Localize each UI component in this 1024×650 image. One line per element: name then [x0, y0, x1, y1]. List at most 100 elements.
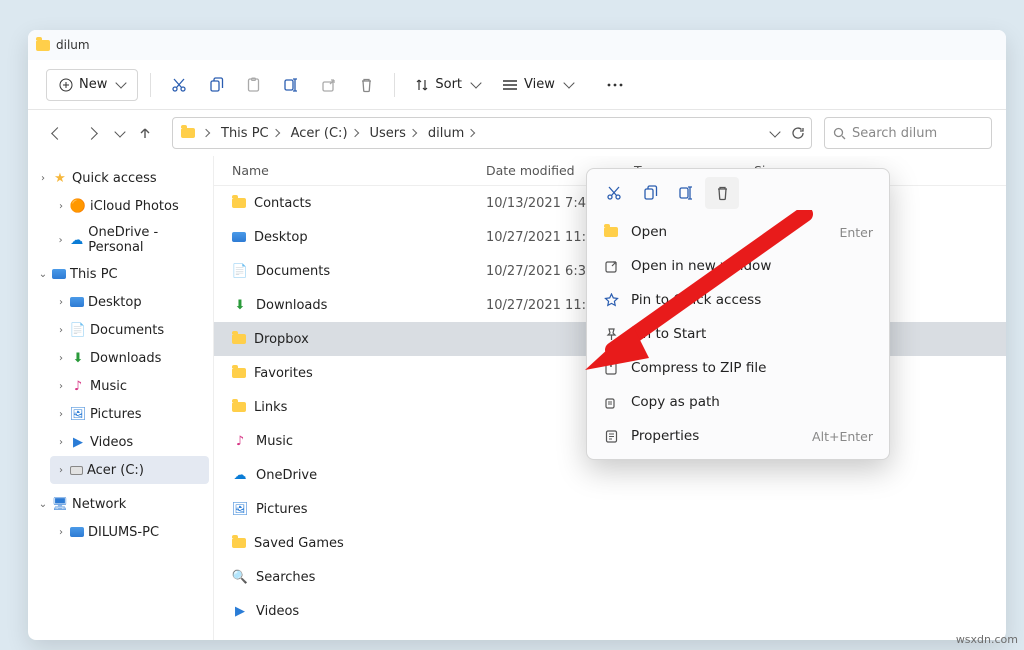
folder-icon — [181, 128, 195, 138]
drive-icon — [70, 466, 83, 475]
delete-button[interactable] — [351, 69, 382, 101]
nav-tree: ›★Quick access ›🟠iCloud Photos ›☁OneDriv… — [28, 156, 214, 640]
separator — [150, 73, 151, 97]
tree-icloud[interactable]: ›🟠iCloud Photos — [50, 192, 209, 220]
col-name[interactable]: Name — [224, 163, 486, 178]
monitor-icon — [70, 527, 84, 537]
chevron-down-icon[interactable] — [769, 126, 780, 137]
ctx-item[interactable]: OpenEnter — [593, 215, 883, 249]
view-icon — [502, 79, 518, 91]
ctx-copy-button[interactable] — [633, 177, 667, 209]
chevron-down-icon — [114, 126, 125, 137]
network-icon: 🖥 — [52, 497, 68, 511]
new-button[interactable]: New — [46, 69, 138, 101]
search-icon — [833, 127, 846, 140]
ctx-delete-button[interactable] — [705, 177, 739, 209]
view-label: View — [524, 77, 555, 92]
crumb-users[interactable]: Users — [366, 124, 420, 143]
arrow-up-icon — [138, 126, 152, 140]
titlebar: dilum — [28, 30, 1006, 60]
arrow-left-icon — [51, 127, 64, 140]
window-title: dilum — [56, 38, 90, 52]
more-button[interactable] — [599, 69, 631, 101]
rename-icon — [283, 77, 299, 93]
watermark: wsxdn.com — [956, 633, 1018, 646]
ctx-item[interactable]: PropertiesAlt+Enter — [593, 419, 883, 453]
share-icon — [321, 77, 337, 93]
crumb-dilum[interactable]: dilum — [424, 124, 478, 143]
nav-row: This PC Acer (C:) Users dilum Search dil… — [28, 110, 1006, 156]
cut-button[interactable] — [163, 69, 195, 101]
tree-pictures[interactable]: ›🖼Pictures — [50, 400, 209, 428]
main: ›★Quick access ›🟠iCloud Photos ›☁OneDriv… — [28, 156, 1006, 640]
rename-icon — [678, 185, 694, 201]
tree-onedrive[interactable]: ›☁OneDrive - Personal — [50, 226, 209, 254]
ctx-rename-button[interactable] — [669, 177, 703, 209]
star-icon: ★ — [52, 171, 68, 185]
back-button[interactable] — [42, 118, 72, 148]
file-pane: Name Date modified Type Size Contacts10/… — [214, 156, 1006, 640]
share-button[interactable] — [313, 69, 345, 101]
file-row[interactable]: 🖼Pictures — [214, 492, 1006, 526]
ctx-item[interactable]: Compress to ZIP file — [593, 351, 883, 385]
crumb-thispc[interactable]: This PC — [217, 124, 283, 143]
address-bar[interactable]: This PC Acer (C:) Users dilum — [172, 117, 812, 149]
forward-button[interactable] — [76, 118, 106, 148]
tree-acer-c[interactable]: ›Acer (C:) — [50, 456, 209, 484]
tree-quick-access[interactable]: ›★Quick access — [32, 164, 209, 192]
crumb-sep — [199, 128, 213, 138]
more-icon — [607, 83, 623, 87]
copy-button[interactable] — [201, 69, 232, 101]
scissors-icon — [171, 77, 187, 93]
search-placeholder: Search dilum — [852, 126, 937, 141]
ctx-cut-button[interactable] — [597, 177, 631, 209]
paste-icon — [246, 77, 261, 93]
icloud-icon: 🟠 — [70, 199, 86, 213]
recent-button[interactable] — [110, 118, 126, 148]
command-bar: New Sort View — [28, 60, 1006, 110]
chevron-down-icon — [470, 77, 481, 88]
trash-icon — [359, 77, 374, 93]
file-row[interactable]: Saved Games — [214, 526, 1006, 560]
picture-icon: 🖼 — [70, 407, 86, 421]
ctx-item[interactable]: Pin to Start — [593, 317, 883, 351]
sort-button[interactable]: Sort — [407, 69, 488, 101]
document-icon: 📄 — [70, 323, 86, 337]
file-row[interactable]: ☁OneDrive — [214, 458, 1006, 492]
ctx-item[interactable]: Pin to Quick access — [593, 283, 883, 317]
sort-icon — [415, 78, 429, 92]
tree-music[interactable]: ›♪Music — [50, 372, 209, 400]
trash-icon — [715, 185, 730, 201]
sort-label: Sort — [435, 77, 462, 92]
tree-documents[interactable]: ›📄Documents — [50, 316, 209, 344]
tree-network[interactable]: ⌄🖥Network — [32, 490, 209, 518]
download-icon: ⬇ — [70, 351, 86, 365]
tree-this-pc[interactable]: ⌄This PC — [32, 260, 209, 288]
cloud-icon: ☁ — [69, 233, 84, 247]
search-input[interactable]: Search dilum — [824, 117, 992, 149]
monitor-icon — [70, 297, 84, 307]
file-row[interactable]: ▶Videos — [214, 594, 1006, 628]
music-icon: ♪ — [70, 379, 86, 393]
tree-desktop[interactable]: ›Desktop — [50, 288, 209, 316]
ctx-item[interactable]: Open in new window — [593, 249, 883, 283]
view-button[interactable]: View — [494, 69, 581, 101]
new-label: New — [79, 77, 107, 92]
plus-circle-icon — [59, 78, 73, 92]
refresh-icon[interactable] — [791, 126, 805, 140]
file-row[interactable]: 🔍Searches — [214, 560, 1006, 594]
tree-network-pc[interactable]: ›DILUMS-PC — [50, 518, 209, 546]
rename-button[interactable] — [275, 69, 307, 101]
monitor-icon — [52, 269, 66, 279]
context-menu: OpenEnterOpen in new windowPin to Quick … — [586, 168, 890, 460]
crumb-drive[interactable]: Acer (C:) — [287, 124, 362, 143]
tree-downloads[interactable]: ›⬇Downloads — [50, 344, 209, 372]
up-button[interactable] — [130, 118, 160, 148]
ctx-item[interactable]: Copy as path — [593, 385, 883, 419]
tree-videos[interactable]: ›▶Videos — [50, 428, 209, 456]
explorer-window: dilum New Sort View — [28, 30, 1006, 640]
copy-icon — [209, 77, 224, 93]
paste-button[interactable] — [238, 69, 269, 101]
chevron-down-icon — [563, 77, 574, 88]
folder-icon — [36, 40, 50, 51]
